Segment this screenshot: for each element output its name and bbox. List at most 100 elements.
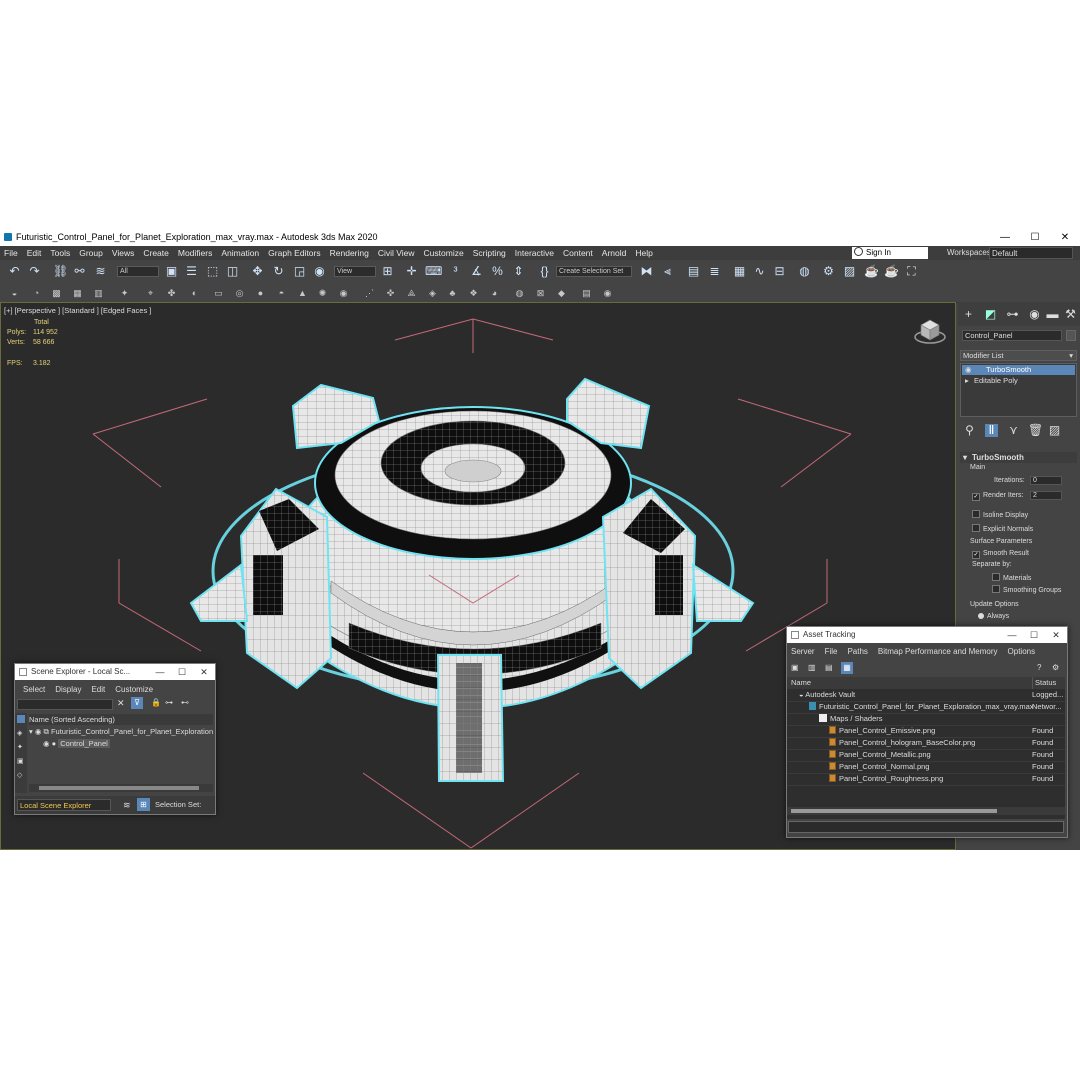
maximize-button[interactable]: ☐ xyxy=(1023,627,1045,643)
snaps-toggle-icon[interactable]: ³ xyxy=(449,265,462,278)
angle-snap-icon[interactable]: ∡ xyxy=(470,265,483,278)
close-button[interactable]: ✕ xyxy=(1045,627,1067,643)
render-iters-checkbox[interactable]: ✓ Render Iters: xyxy=(972,492,1023,501)
scale-icon[interactable]: ◲ xyxy=(293,265,306,278)
view-icon[interactable]: ▤ xyxy=(825,663,833,672)
schematic-view-icon[interactable]: ⊟ xyxy=(773,265,786,278)
menu-views[interactable]: Views xyxy=(112,246,135,260)
display-tab-icon[interactable]: ▬ xyxy=(1046,308,1059,321)
column-header-name[interactable]: Name (Sorted Ascending) xyxy=(29,714,213,725)
curve-editor-icon[interactable]: ∿ xyxy=(753,265,766,278)
menu-create[interactable]: Create xyxy=(143,246,169,260)
rectangle-selection-icon[interactable]: ⬚ xyxy=(206,265,219,278)
toggle-scene-explorer-icon[interactable]: ▤ xyxy=(687,265,700,278)
window-crossing-icon[interactable]: ◫ xyxy=(226,265,239,278)
mirror-icon[interactable]: ⧓ xyxy=(640,265,653,278)
menu-scripting[interactable]: Scripting xyxy=(473,246,506,260)
eye-icon[interactable]: ◉ xyxy=(965,365,972,375)
utilities-tab-icon[interactable]: ⚒ xyxy=(1064,308,1077,321)
toggle-ribbon-icon[interactable]: ▦ xyxy=(733,265,746,278)
search-input[interactable] xyxy=(17,699,113,710)
menu-content[interactable]: Content xyxy=(563,246,593,260)
placement-icon[interactable]: ◉ xyxy=(313,265,326,278)
help-icon[interactable]: ? xyxy=(1037,663,1041,672)
named-selection-set-dropdown[interactable]: Create Selection Set xyxy=(556,266,632,277)
view-icon[interactable]: ▣ xyxy=(791,663,799,672)
align-icon[interactable]: ⫷ xyxy=(661,265,674,278)
settings-icon[interactable]: ⚙ xyxy=(1052,663,1059,672)
tree-item-root[interactable]: ▾ ◉ ⧉ Futuristic_Control_Panel_for_Plane… xyxy=(29,726,213,737)
sign-in-button[interactable]: Sign In xyxy=(852,247,928,259)
table-row[interactable]: Panel_Control_Roughness.png Found xyxy=(787,773,1065,786)
column-name[interactable]: Name xyxy=(791,677,811,689)
rendered-frame-window-icon[interactable]: ▨ xyxy=(843,265,856,278)
menu-rendering[interactable]: Rendering xyxy=(330,246,369,260)
remove-modifier-icon[interactable]: 🗑 xyxy=(1028,424,1043,437)
eye-icon[interactable]: ◉ xyxy=(35,727,42,736)
table-view-icon[interactable]: ▦ xyxy=(841,662,853,674)
turbosmooth-rollout-header[interactable]: ▾ TurboSmooth xyxy=(960,452,1077,463)
vray-toolbar-options-icon[interactable]: ◉ xyxy=(602,288,613,299)
smooth-result-checkbox[interactable]: ✓ Smooth Result xyxy=(972,550,1029,559)
iterations-spinner[interactable]: 0 xyxy=(1030,476,1062,485)
rotate-icon[interactable]: ↻ xyxy=(272,265,285,278)
hierarchy-tab-icon[interactable]: ⊶ xyxy=(1006,308,1019,321)
make-unique-icon[interactable]: ⋎ xyxy=(1007,424,1020,437)
column-status[interactable]: Status xyxy=(1032,677,1056,689)
menu-bitmap-performance[interactable]: Bitmap Performance and Memory xyxy=(878,647,998,656)
vray-sun-icon[interactable]: ● xyxy=(255,288,266,299)
keyboard-shortcut-override-icon[interactable]: ⌨ xyxy=(425,265,442,278)
helper-icon[interactable]: ✤ xyxy=(166,288,177,299)
stack-item-turbosmooth[interactable]: ◉ TurboSmooth xyxy=(962,365,1075,375)
tree-item-control-panel[interactable]: ◉ ● Control_Panel xyxy=(43,738,110,749)
horizontal-scrollbar[interactable] xyxy=(29,784,213,792)
minimize-button[interactable]: — xyxy=(990,229,1020,246)
filter-icon[interactable]: ⊽ xyxy=(131,697,143,709)
display-shapes-icon[interactable]: ◈ xyxy=(17,729,22,737)
expand-arrow-icon[interactable]: ▾ xyxy=(29,727,33,736)
vray-toolbar-options-icon[interactable]: ▤ xyxy=(581,288,592,299)
render-in-cloud-icon[interactable]: ⛶ xyxy=(905,265,918,278)
camera-icon[interactable]: ⌖ xyxy=(145,288,156,299)
vray-material-icon[interactable]: ◍ xyxy=(514,288,525,299)
vray-icon[interactable]: ▭ xyxy=(213,288,224,299)
asset-path-field[interactable] xyxy=(788,821,1064,833)
menu-server[interactable]: Server xyxy=(791,647,815,656)
menu-help[interactable]: Help xyxy=(635,246,652,260)
minimize-button[interactable]: — xyxy=(1001,627,1023,643)
undo-icon[interactable]: ↶ xyxy=(8,265,21,278)
link-icon[interactable]: ⛓ xyxy=(53,265,68,278)
menu-edit[interactable]: Edit xyxy=(91,685,105,694)
menu-customize[interactable]: Customize xyxy=(424,246,464,260)
clear-search-icon[interactable]: ✕ xyxy=(117,698,125,709)
vray-render-icon[interactable]: ◆ xyxy=(556,288,567,299)
select-by-name-icon[interactable]: ☰ xyxy=(185,265,198,278)
hierarchy-icon[interactable]: ⊶ xyxy=(165,698,173,707)
pivot-point-icon[interactable]: ⊞ xyxy=(381,265,394,278)
percent-snap-icon[interactable]: % xyxy=(491,265,504,278)
lock-icon[interactable]: 🔒 xyxy=(151,698,161,707)
light-icon[interactable]: ✦ xyxy=(119,288,130,299)
close-button[interactable]: ✕ xyxy=(193,664,215,680)
vray-volume-icon[interactable]: ◕ xyxy=(489,288,500,299)
explicit-normals-checkbox[interactable]: Explicit Normals xyxy=(972,524,1033,533)
stack-item-editable-poly[interactable]: ▸ Editable Poly xyxy=(962,376,1075,386)
always-radio[interactable]: Always xyxy=(978,613,1009,620)
menu-modifiers[interactable]: Modifiers xyxy=(178,246,212,260)
vray-plane-icon[interactable]: ⟁ xyxy=(406,288,417,299)
bind-space-warp-icon[interactable]: ≋ xyxy=(94,265,107,278)
select-manipulate-icon[interactable]: ✛ xyxy=(405,265,418,278)
scene-explorer-titlebar[interactable]: Scene Explorer - Local Sc... — ☐ ✕ xyxy=(15,664,215,680)
vray-frame-buffer-icon[interactable]: ⊠ xyxy=(535,288,546,299)
display-lights-icon[interactable]: ✦ xyxy=(17,743,23,751)
menu-arnold[interactable]: Arnold xyxy=(602,246,627,260)
select-object-icon[interactable]: ▣ xyxy=(165,265,178,278)
workspaces-dropdown[interactable]: Default xyxy=(989,247,1073,259)
spinner-snap-icon[interactable]: ⇕ xyxy=(512,265,525,278)
display-geometry-icon[interactable] xyxy=(17,715,25,723)
menu-file[interactable]: File xyxy=(825,647,838,656)
edit-named-selection-icon[interactable]: {} xyxy=(538,265,551,278)
show-end-result-icon[interactable]: Ⅱ xyxy=(985,424,998,437)
vray-proxy-icon[interactable]: ✜ xyxy=(385,288,396,299)
vray-ies-icon[interactable]: ▲ xyxy=(297,288,308,299)
